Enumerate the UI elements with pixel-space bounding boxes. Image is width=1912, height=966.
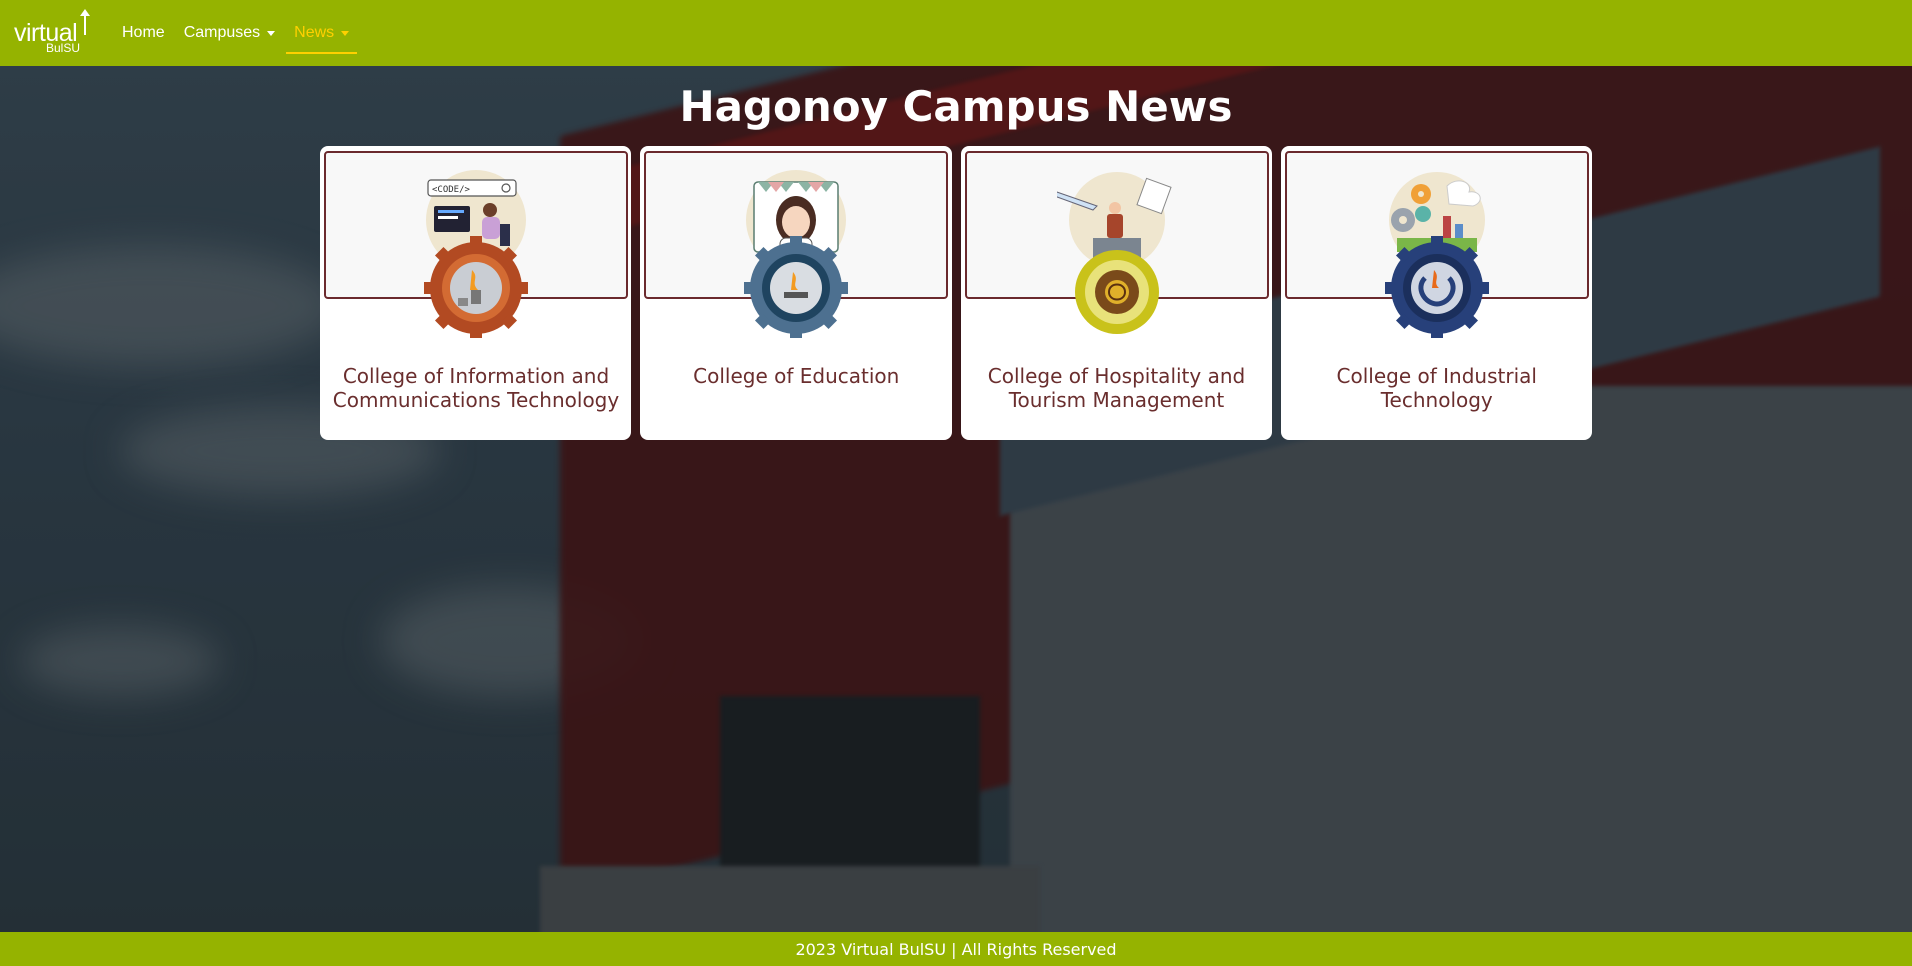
- logo-arrow-icon: [80, 9, 90, 35]
- page-title: Hagonoy Campus News: [679, 82, 1233, 131]
- college-card-coed[interactable]: College of Education: [640, 146, 952, 440]
- nav-campuses-dropdown[interactable]: Campuses: [176, 13, 283, 53]
- nav-home[interactable]: Home: [114, 13, 173, 53]
- nav-home-label: Home: [122, 24, 165, 41]
- college-card-cit[interactable]: College of Industrial Technology: [1280, 146, 1592, 440]
- nav-news-label: News: [294, 24, 335, 41]
- college-card-cict[interactable]: <CODE/> College of Information and Commu…: [320, 146, 632, 440]
- caret-down-icon: [267, 30, 276, 36]
- college-name: College of Industrial Technology: [1336, 364, 1537, 412]
- college-cards: <CODE/> College of Information and Commu…: [320, 146, 1592, 440]
- nav-news-dropdown[interactable]: News: [286, 12, 358, 54]
- footer: 2023 Virtual BulSU | All Rights Reserved: [0, 932, 1912, 966]
- footer-text: 2023 Virtual BulSU | All Rights Reserved: [795, 939, 1117, 959]
- college-name: College of Hospitality and Tourism Manag…: [987, 364, 1246, 412]
- caret-down-icon: [341, 30, 350, 36]
- top-navbar: virtual BulSU Home Campuses News: [0, 0, 1912, 66]
- college-name: College of Education: [693, 364, 900, 388]
- virtual-bulsu-logo[interactable]: virtual BulSU: [12, 9, 92, 55]
- logo-sub: BulSU: [46, 41, 81, 55]
- nav-campuses-label: Campuses: [183, 24, 261, 41]
- cict-gear-seal-icon: <CODE/>: [424, 170, 528, 338]
- chtm-seal-icon: [1056, 172, 1172, 334]
- coed-gear-seal-icon: [744, 170, 849, 338]
- college-name: College of Information and Communication…: [332, 364, 620, 412]
- cit-gear-seal-icon: [1384, 172, 1489, 338]
- college-card-chtm[interactable]: College of Hospitality and Tourism Manag…: [960, 146, 1272, 440]
- svg-text:<CODE/>: <CODE/>: [432, 185, 471, 195]
